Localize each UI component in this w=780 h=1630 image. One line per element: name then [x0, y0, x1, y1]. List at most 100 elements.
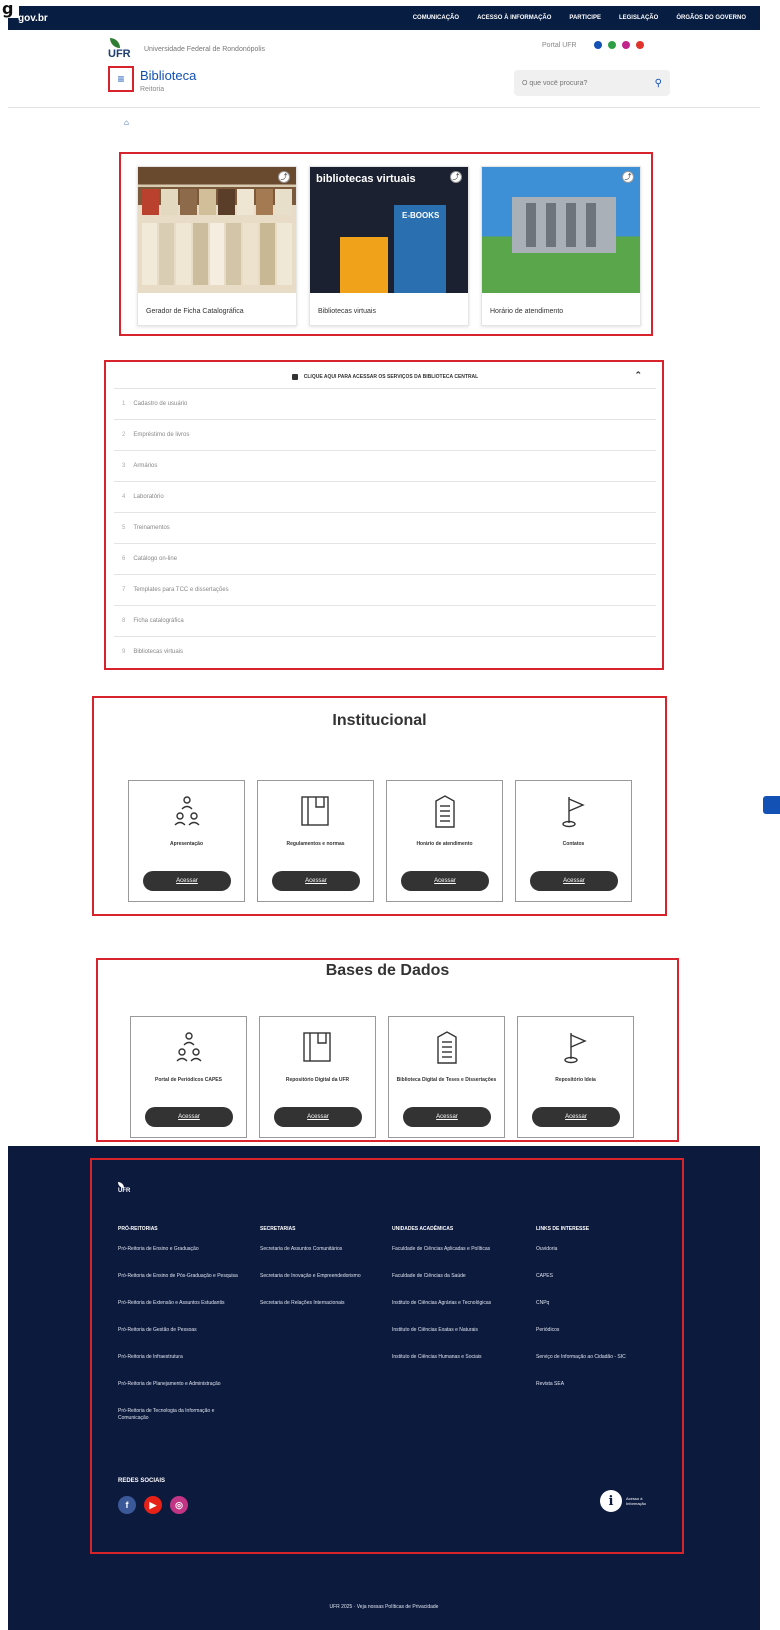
figure-label: g — [0, 0, 20, 18]
tile-apresentacao: Apresentação Acessar — [128, 780, 245, 902]
footer-link[interactable]: Pró-Reitoria de Infraestrutura — [118, 1354, 246, 1381]
footer-link[interactable]: Revista SEA — [536, 1381, 664, 1408]
footer-link[interactable]: Faculdade de Ciências da Saúde — [392, 1273, 520, 1300]
card-image: bibliotecas virtuais E-BOOKS — [310, 167, 468, 293]
accordion-item[interactable]: 3 Armários — [114, 450, 656, 481]
tile-label: Repositório Digital da UFR — [285, 1077, 350, 1083]
accordion-item[interactable]: 9 Bibliotecas virtuais — [114, 636, 656, 667]
footer-link[interactable]: Pró-Reitoria de Tecnologia da Informação… — [118, 1408, 246, 1435]
copyright: UFR 2025 · Veja nossas Políticas de Priv… — [329, 1604, 439, 1610]
access-button[interactable]: Acessar — [274, 1107, 362, 1127]
tile-label: Horário de atendimento — [416, 841, 473, 847]
card-image-badge: E-BOOKS — [402, 211, 440, 220]
chevron-up-icon[interactable]: ⌃ — [634, 370, 642, 381]
card-image-text: bibliotecas virtuais — [316, 173, 416, 185]
footer-link[interactable]: Ouvidoria — [536, 1246, 664, 1273]
book-icon — [300, 796, 329, 826]
access-button[interactable]: Acessar — [403, 1107, 491, 1127]
footer-link[interactable]: Faculdade de Ciências Aplicadas e Políti… — [392, 1246, 520, 1273]
search-icon[interactable]: ⚲ — [655, 78, 662, 89]
footer-column-heading: LINKS DE INTERESSE — [536, 1226, 590, 1232]
facebook-icon[interactable]: f — [118, 1496, 136, 1514]
footer-link[interactable]: CAPES — [536, 1273, 664, 1300]
footer-column-heading: PRÓ-REITORIAS — [118, 1226, 158, 1232]
logo[interactable]: UFR Universidade Federal de Rondonópolis — [108, 38, 265, 60]
footer-link[interactable]: CNPq — [536, 1300, 664, 1327]
tile-label: Apresentação — [169, 841, 204, 847]
footer-logo[interactable]: UFR — [118, 1182, 130, 1194]
portal-link[interactable]: Portal UFR — [542, 42, 577, 49]
footer-link[interactable]: Secretaria de Inovação e Empreendedorism… — [260, 1273, 388, 1300]
accordion-item[interactable]: 7 Templates para TCC e dissertações — [114, 574, 656, 605]
footer-column-pro-reitorias: PRÓ-REITORIAS Pró-Reitoria de Ensino e G… — [118, 1226, 246, 1435]
accordion-item[interactable]: 8 Ficha catalográfica — [114, 605, 656, 636]
card-caption[interactable]: Gerador de Ficha Catalográfica — [146, 308, 244, 315]
youtube-icon[interactable]: ▶ — [144, 1496, 162, 1514]
vlibras-icon[interactable] — [608, 41, 616, 49]
footer-link[interactable]: Instituto de Ciências Agrárias e Tecnoló… — [392, 1300, 520, 1327]
gov-brand[interactable]: gov.br — [18, 13, 48, 24]
share-icon[interactable]: ⤴ — [278, 171, 290, 183]
site-footer: UFR PRÓ-REITORIAS Pró-Reitoria de Ensino… — [8, 1146, 760, 1630]
accordion-item[interactable]: 5 Treinamentos — [114, 512, 656, 543]
footer-link[interactable]: Instituto de Ciências Exatas e Naturais — [392, 1327, 520, 1354]
access-button[interactable]: Acessar — [530, 871, 618, 891]
tile-bdtd: Biblioteca Digital de Teses e Dissertaçõ… — [388, 1016, 505, 1138]
card-horario[interactable]: ⤴ Horário de atendimento — [481, 166, 641, 326]
side-feedback-tab[interactable] — [763, 796, 780, 814]
hamburger-icon: ≡ — [117, 72, 125, 86]
search-input[interactable] — [522, 79, 642, 87]
section-title: Institucional — [332, 712, 427, 729]
highlights-section: ⤴ Gerador de Ficha Catalográfica bibliot… — [119, 152, 653, 336]
breadcrumb-home[interactable]: ⌂ — [124, 118, 129, 127]
share-icon[interactable]: ⤴ — [450, 171, 462, 183]
footer-link[interactable]: Pró-Reitoria de Planejamento e Administr… — [118, 1381, 246, 1408]
tile-contatos: Contatos Acessar — [515, 780, 632, 902]
instagram-icon[interactable]: ◎ — [170, 1496, 188, 1514]
gov-link-participe[interactable]: PARTICIPE — [569, 15, 601, 21]
gov-bar: gov.br COMUNICAÇÃO ACESSO À INFORMAÇÃO P… — [8, 6, 760, 30]
gov-links: COMUNICAÇÃO ACESSO À INFORMAÇÃO PARTICIP… — [413, 15, 746, 21]
footer-link[interactable]: Pró-Reitoria de Ensino e Graduação — [118, 1246, 246, 1273]
flag-es-icon[interactable] — [636, 41, 644, 49]
card-caption[interactable]: Bibliotecas virtuais — [318, 308, 376, 315]
tile-label: Regulamentos e normas — [286, 841, 345, 847]
card-ficha[interactable]: ⤴ Gerador de Ficha Catalográfica — [137, 166, 297, 326]
footer-link[interactable]: Pró-Reitoria de Ensino de Pós-Graduação … — [118, 1273, 246, 1300]
access-button[interactable]: Acessar — [143, 871, 231, 891]
section-title: Bases de Dados — [325, 962, 450, 979]
access-button[interactable]: Acessar — [532, 1107, 620, 1127]
gov-link-comunicacao[interactable]: COMUNICAÇÃO — [413, 15, 459, 21]
menu-button[interactable]: ≡ — [108, 66, 134, 92]
contrast-icon[interactable] — [594, 41, 602, 49]
share-icon[interactable]: ⤴ — [622, 171, 634, 183]
footer-link[interactable]: Secretaria de Relações Internacionais — [260, 1300, 388, 1327]
accordion-header[interactable]: CLIQUE AQUI PARA ACESSAR OS SERVIÇOS DA … — [114, 368, 656, 386]
gov-link-legislacao[interactable]: LEGISLAÇÃO — [619, 15, 658, 21]
footer-link[interactable]: Secretaria de Assuntos Comunitários — [260, 1246, 388, 1273]
card-image — [482, 167, 640, 293]
gov-link-acesso[interactable]: ACESSO À INFORMAÇÃO — [477, 15, 551, 21]
footer-link[interactable]: Instituto de Ciências Humanas e Sociais — [392, 1354, 520, 1381]
gov-link-orgaos[interactable]: ÓRGÃOS DO GOVERNO — [676, 15, 746, 21]
footer-link[interactable]: Pró-Reitoria de Extensão e Assuntos Estu… — [118, 1300, 246, 1327]
tile-repositorio-ufr: Repositório Digital da UFR Acessar — [259, 1016, 376, 1138]
accordion-item[interactable]: 2 Empréstimo de livros — [114, 419, 656, 450]
access-button[interactable]: Acessar — [401, 871, 489, 891]
accordion-item[interactable]: 1 Cadastro de usuário — [114, 388, 656, 419]
card-caption[interactable]: Horário de atendimento — [490, 308, 563, 315]
language-icon[interactable] — [622, 41, 630, 49]
footer-link[interactable]: Pró-Reitoria de Gestão de Pessoas — [118, 1327, 246, 1354]
accordion-item[interactable]: 6 Catálogo on-line — [114, 543, 656, 574]
footer-link[interactable]: Serviço de Informação ao Cidadão - SIC — [536, 1354, 664, 1381]
accordion-item[interactable]: 4 Laboratório — [114, 481, 656, 512]
info-icon[interactable]: i — [600, 1490, 622, 1512]
info-label[interactable]: Acesso à Informação — [626, 1496, 662, 1506]
lock-icon — [291, 374, 298, 380]
access-button[interactable]: Acessar — [272, 871, 360, 891]
card-bibliotecas-virtuais[interactable]: bibliotecas virtuais E-BOOKS ⤴ Bibliotec… — [309, 166, 469, 326]
footer-link[interactable]: Periódicos — [536, 1327, 664, 1354]
access-button[interactable]: Acessar — [145, 1107, 233, 1127]
footer-column-secretarias: SECRETARIAS Secretaria de Assuntos Comun… — [260, 1226, 388, 1327]
site-title[interactable]: Biblioteca — [140, 68, 196, 83]
